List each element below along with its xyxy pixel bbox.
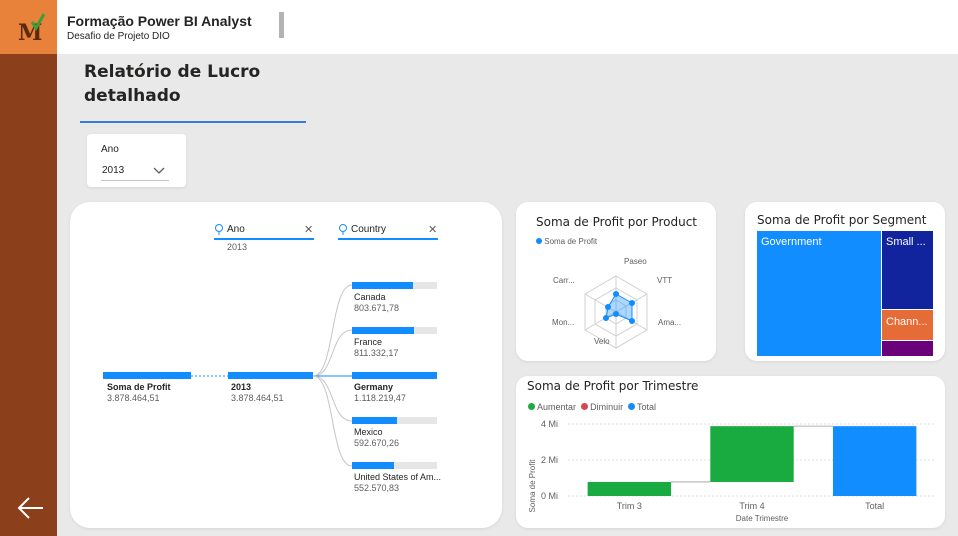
- root-label: Soma de Profit: [107, 382, 171, 392]
- country-bar: [352, 327, 437, 334]
- page-title: Relatório de Lucro detalhado: [84, 62, 261, 106]
- country-label: France: [354, 337, 383, 347]
- header: Formação Power BI Analyst Desafio de Pro…: [57, 0, 958, 54]
- slicer-value: 2013: [102, 165, 125, 176]
- legend-dot-icon: [536, 238, 542, 244]
- waterfall-chart-card: Soma de Profit por Trimestre Aumentar Di…: [516, 376, 945, 528]
- country-bar: [352, 282, 437, 289]
- country-value: 803.671,78: [354, 303, 400, 313]
- title-underline: [80, 121, 306, 123]
- treemap-title: Soma de Profit por Segment: [757, 213, 927, 227]
- arrow-left-icon: [17, 497, 43, 519]
- radar-title: Soma de Profit por Product: [536, 215, 698, 229]
- country-label: Germany: [354, 382, 394, 392]
- treemap-small-business[interactable]: Small ...: [882, 231, 933, 309]
- x-tick-label: Trim 4: [739, 501, 764, 511]
- radar-axis-label: Velo: [594, 337, 610, 346]
- waterfall-bar[interactable]: [832, 426, 917, 496]
- treemap-label: Small ...: [886, 236, 926, 248]
- waterfall-bar[interactable]: [710, 426, 794, 482]
- radar-axis-label: Mon...: [552, 318, 574, 327]
- slicer-label: Ano: [101, 144, 119, 155]
- country-value: 552.570,83: [354, 483, 400, 493]
- y-tick-label: 0 Mi: [541, 491, 558, 501]
- app-title: Formação Power BI Analyst: [67, 13, 252, 29]
- waterfall-bar[interactable]: [587, 481, 672, 496]
- treemap-enterprise[interactable]: [882, 341, 933, 356]
- radar-chart-card: Soma de Profit por Product Soma de Profi…: [516, 202, 716, 361]
- left-rail: [0, 54, 57, 536]
- country-value: 592.670,26: [354, 438, 400, 448]
- logo: M: [0, 0, 57, 54]
- country-value: 1.118.219,47: [354, 393, 406, 403]
- treemap-label: Chann...: [886, 316, 928, 328]
- back-button[interactable]: [14, 492, 46, 524]
- treemap-channel-partners[interactable]: Chann...: [882, 310, 933, 340]
- country-label: Canada: [354, 292, 386, 302]
- root-value: 3.878.464,51: [107, 393, 160, 403]
- x-axis-label: Date Trimestre: [736, 514, 789, 523]
- country-label: Mexico: [354, 427, 383, 437]
- radar-axis-label: VTT: [657, 276, 672, 285]
- radar-axis-label: Carr...: [553, 276, 575, 285]
- y-tick-label: 2 Mi: [541, 455, 558, 465]
- x-tick-label: Total: [865, 501, 884, 511]
- country-bar: [352, 372, 437, 379]
- app-subtitle: Desafio de Projeto DIO: [67, 31, 170, 42]
- waterfall-chart: Soma de Profit Date Trimestre 0 Mi 2 Mi 4 …: [528, 419, 936, 523]
- radar-legend: Soma de Profit: [536, 237, 597, 246]
- treemap-government[interactable]: Government: [757, 231, 881, 356]
- country-bar: [352, 417, 437, 424]
- treemap-label: Government: [761, 236, 822, 248]
- radar-axis-label: Ama...: [658, 318, 681, 327]
- treemap-card: Soma de Profit por Segment Government Sm…: [745, 202, 945, 361]
- y-axis-label: Soma de Profit: [528, 459, 537, 513]
- year-slicer: Ano 2013: [87, 134, 186, 187]
- chevron-down-icon: [153, 167, 165, 174]
- year-label: 2013: [231, 382, 252, 392]
- slicer-dropdown[interactable]: 2013: [101, 161, 169, 181]
- y-tick-label: 4 Mi: [541, 419, 558, 429]
- decomposition-tree-card: Ano ✕ 2013 Country ✕ Soma de Profit 3.87…: [70, 202, 502, 528]
- radar-chart: Paseo VTT Ama... Velo Mon... Carr...: [552, 257, 681, 349]
- dio-logo-icon: M: [18, 13, 46, 46]
- radar-legend-label: Soma de Profit: [544, 237, 598, 246]
- year-value: 3.878.464,51: [231, 393, 284, 403]
- country-bar: [352, 462, 437, 469]
- country-value: 811.332,17: [354, 348, 399, 358]
- header-divider: [279, 12, 284, 38]
- x-tick-label: Trim 3: [617, 501, 642, 511]
- country-label: United States of Am...: [354, 472, 442, 482]
- radar-axis-label: Paseo: [624, 257, 647, 266]
